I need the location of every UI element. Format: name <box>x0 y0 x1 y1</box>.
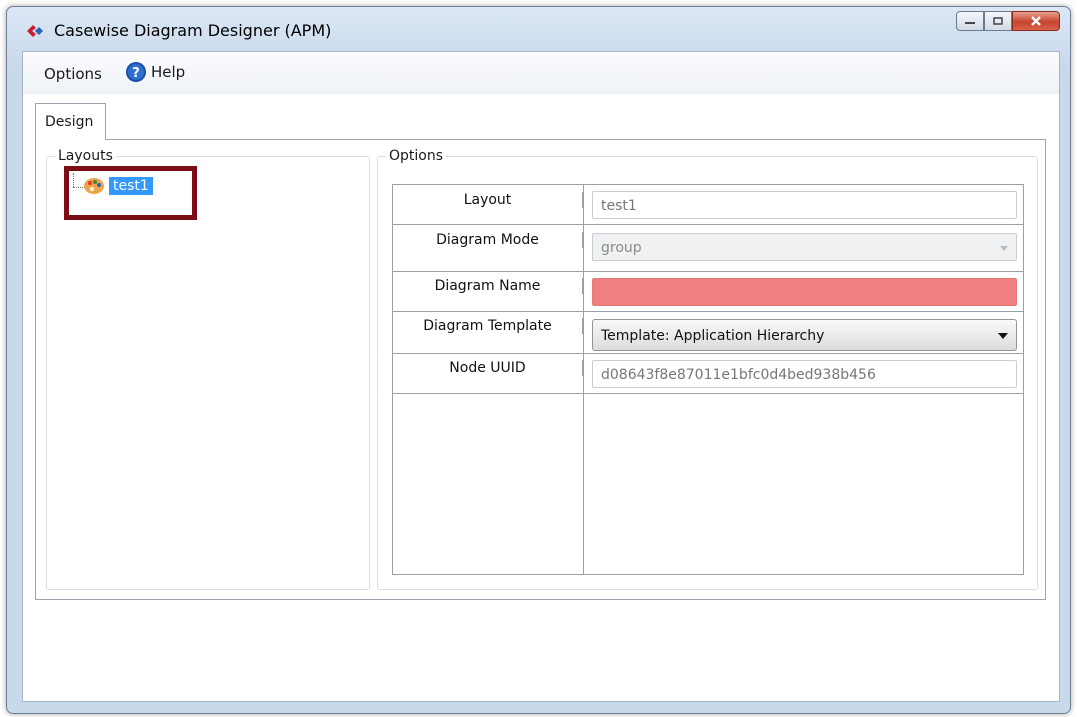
app-window: Casewise Diagram Designer (APM) Options … <box>6 6 1071 714</box>
chevron-down-icon <box>998 333 1008 339</box>
label-node-uuid: Node UUID <box>393 360 583 376</box>
row-divider <box>393 393 1023 394</box>
design-panel: Layouts test1 Options Layout test1 Diagr… <box>35 139 1046 600</box>
diagram-mode-select[interactable]: group <box>592 233 1017 261</box>
maximize-button[interactable] <box>984 11 1012 31</box>
svg-text:?: ? <box>132 66 140 81</box>
menu-options[interactable]: Options <box>44 65 102 83</box>
close-icon <box>1031 16 1041 26</box>
title-bar[interactable]: Casewise Diagram Designer (APM) <box>7 7 1070 51</box>
node-uuid-field[interactable]: d08643f8e87011e1bfc0d4bed938b456 <box>592 360 1017 388</box>
restore-icon <box>993 17 1003 25</box>
layouts-group: Layouts test1 <box>46 148 370 590</box>
diagram-template-select[interactable]: Template: Application Hierarchy <box>592 319 1017 351</box>
label-layout: Layout <box>393 192 583 208</box>
tab-design[interactable]: Design <box>35 103 106 140</box>
help-label: Help <box>151 63 186 81</box>
menu-help[interactable]: ? Help <box>125 61 185 83</box>
row-divider <box>393 311 1023 312</box>
help-icon: ? <box>126 62 146 82</box>
options-group: Options Layout test1 Diagram Mode group … <box>377 148 1038 590</box>
row-divider <box>393 224 1023 225</box>
window-title: Casewise Diagram Designer (APM) <box>54 21 332 40</box>
layouts-group-title: Layouts <box>55 148 116 164</box>
row-divider <box>393 271 1023 272</box>
diagram-mode-value: group <box>601 240 642 256</box>
client-area: Options ? Help Design Layouts test1 Opti… <box>22 51 1060 702</box>
window-controls <box>956 11 1060 31</box>
minimize-icon <box>965 22 975 24</box>
diagram-name-field[interactable] <box>592 278 1017 306</box>
chevron-down-icon <box>1000 246 1008 251</box>
label-diagram-template: Diagram Template <box>393 318 583 334</box>
column-divider <box>583 185 584 574</box>
highlight-annotation <box>64 166 197 220</box>
row-divider <box>393 353 1023 354</box>
app-diamond-icon <box>27 25 43 37</box>
layout-field[interactable]: test1 <box>592 191 1017 219</box>
options-group-title: Options <box>386 148 447 164</box>
label-diagram-name: Diagram Name <box>393 278 583 294</box>
menu-bar: Options ? Help <box>23 52 1059 94</box>
label-diagram-mode: Diagram Mode <box>393 232 583 248</box>
minimize-button[interactable] <box>956 11 984 31</box>
diagram-template-value: Template: Application Hierarchy <box>601 328 825 344</box>
options-table: Layout test1 Diagram Mode group Diagram … <box>392 184 1024 575</box>
close-button[interactable] <box>1012 11 1060 31</box>
